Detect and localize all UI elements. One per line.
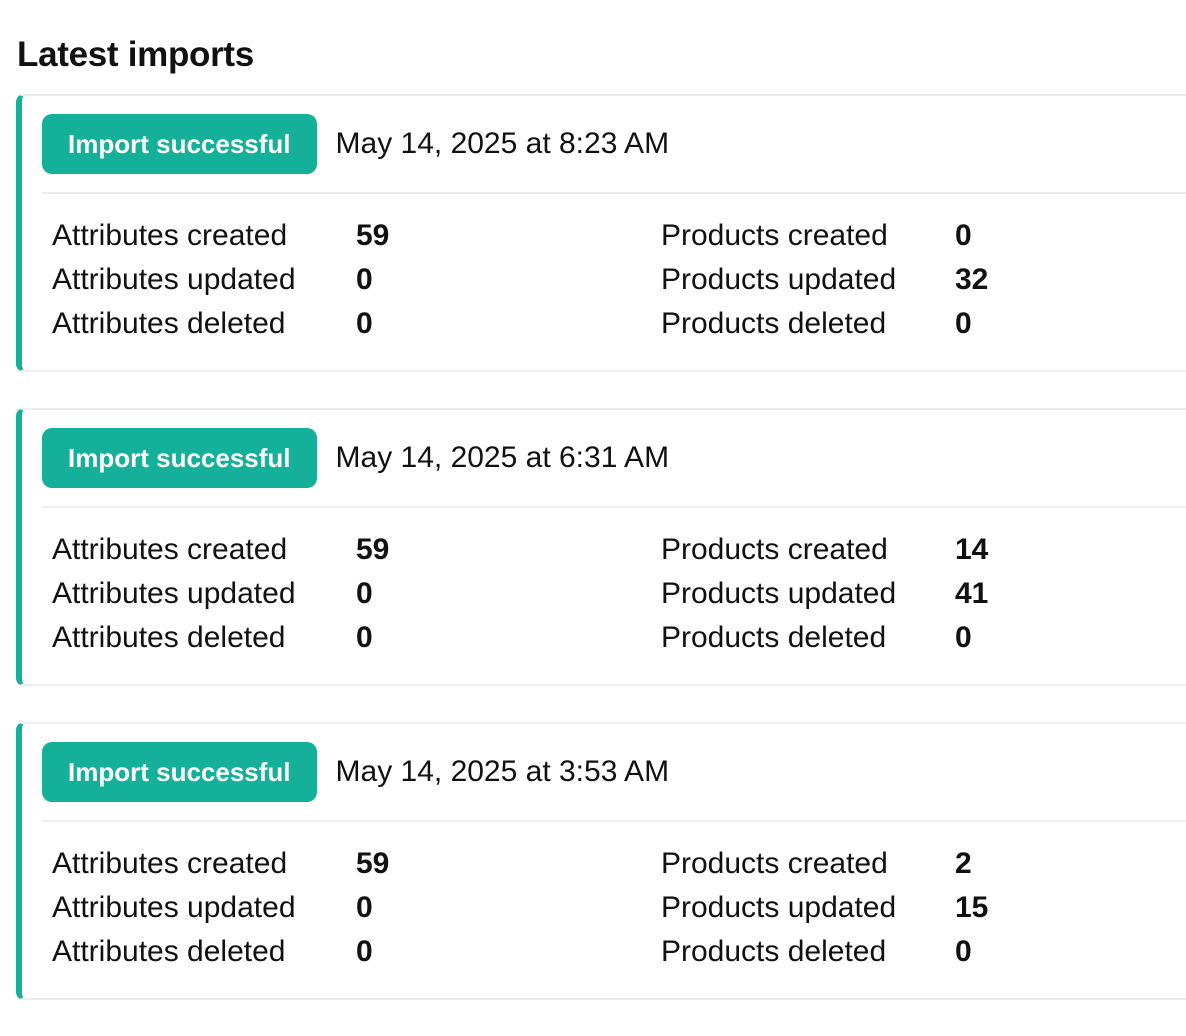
stat-value: 32 [955,263,989,296]
import-timestamp: May 14, 2025 at 3:53 AM [335,755,670,788]
stat-label: Products created [661,847,888,880]
stat-value: 41 [955,577,989,610]
import-card-header: Import successful May 14, 2025 at 6:31 A… [42,428,669,488]
stat-label: Products deleted [661,307,887,340]
card-divider [42,820,1186,822]
page-title: Latest imports [17,35,254,75]
status-badge: Import successful [42,114,317,174]
stat-value: 14 [955,533,989,566]
stat-label: Attributes created [52,847,288,880]
stat-label: Products updated [661,577,897,610]
stat-label: Products created [661,219,888,252]
stat-label: Products created [661,533,888,566]
stat-label: Attributes deleted [52,621,286,654]
stat-label: Attributes deleted [52,935,286,968]
stat-value: 59 [356,847,390,880]
stat-label: Attributes deleted [52,307,286,340]
stat-label: Attributes updated [52,577,296,610]
import-card-header: Import successful May 14, 2025 at 3:53 A… [42,742,669,802]
import-card-header: Import successful May 14, 2025 at 8:23 A… [42,114,669,174]
stat-label: Attributes created [52,533,288,566]
stat-label: Attributes updated [52,891,296,924]
stat-value: 0 [356,263,373,296]
stat-label: Attributes updated [52,263,296,296]
stat-value: 15 [955,891,989,924]
stat-value: 0 [356,621,373,654]
stat-value: 0 [356,577,373,610]
stat-value: 0 [356,307,373,340]
stat-label: Products deleted [661,621,887,654]
stat-value: 59 [356,533,390,566]
stat-label: Attributes created [52,219,288,252]
stat-value: 0 [955,621,972,654]
stat-label: Products updated [661,263,897,296]
import-timestamp: May 14, 2025 at 8:23 AM [335,127,670,160]
card-divider [42,192,1186,194]
stat-label: Products deleted [661,935,887,968]
stat-value: 0 [356,891,373,924]
stat-value: 0 [955,307,972,340]
import-card: Import successful May 14, 2025 at 3:53 A… [16,722,1186,1000]
import-list: Import successful May 14, 2025 at 8:23 A… [16,94,1186,1036]
status-badge: Import successful [42,742,317,802]
import-timestamp: May 14, 2025 at 6:31 AM [335,441,670,474]
import-card: Import successful May 14, 2025 at 8:23 A… [16,94,1186,372]
card-divider [42,506,1186,508]
stat-value: 0 [955,219,972,252]
stat-value: 0 [955,935,972,968]
stat-label: Products updated [661,891,897,924]
stat-value: 59 [356,219,390,252]
status-badge: Import successful [42,428,317,488]
stat-value: 0 [356,935,373,968]
stat-value: 2 [955,847,972,880]
import-card: Import successful May 14, 2025 at 6:31 A… [16,408,1186,686]
